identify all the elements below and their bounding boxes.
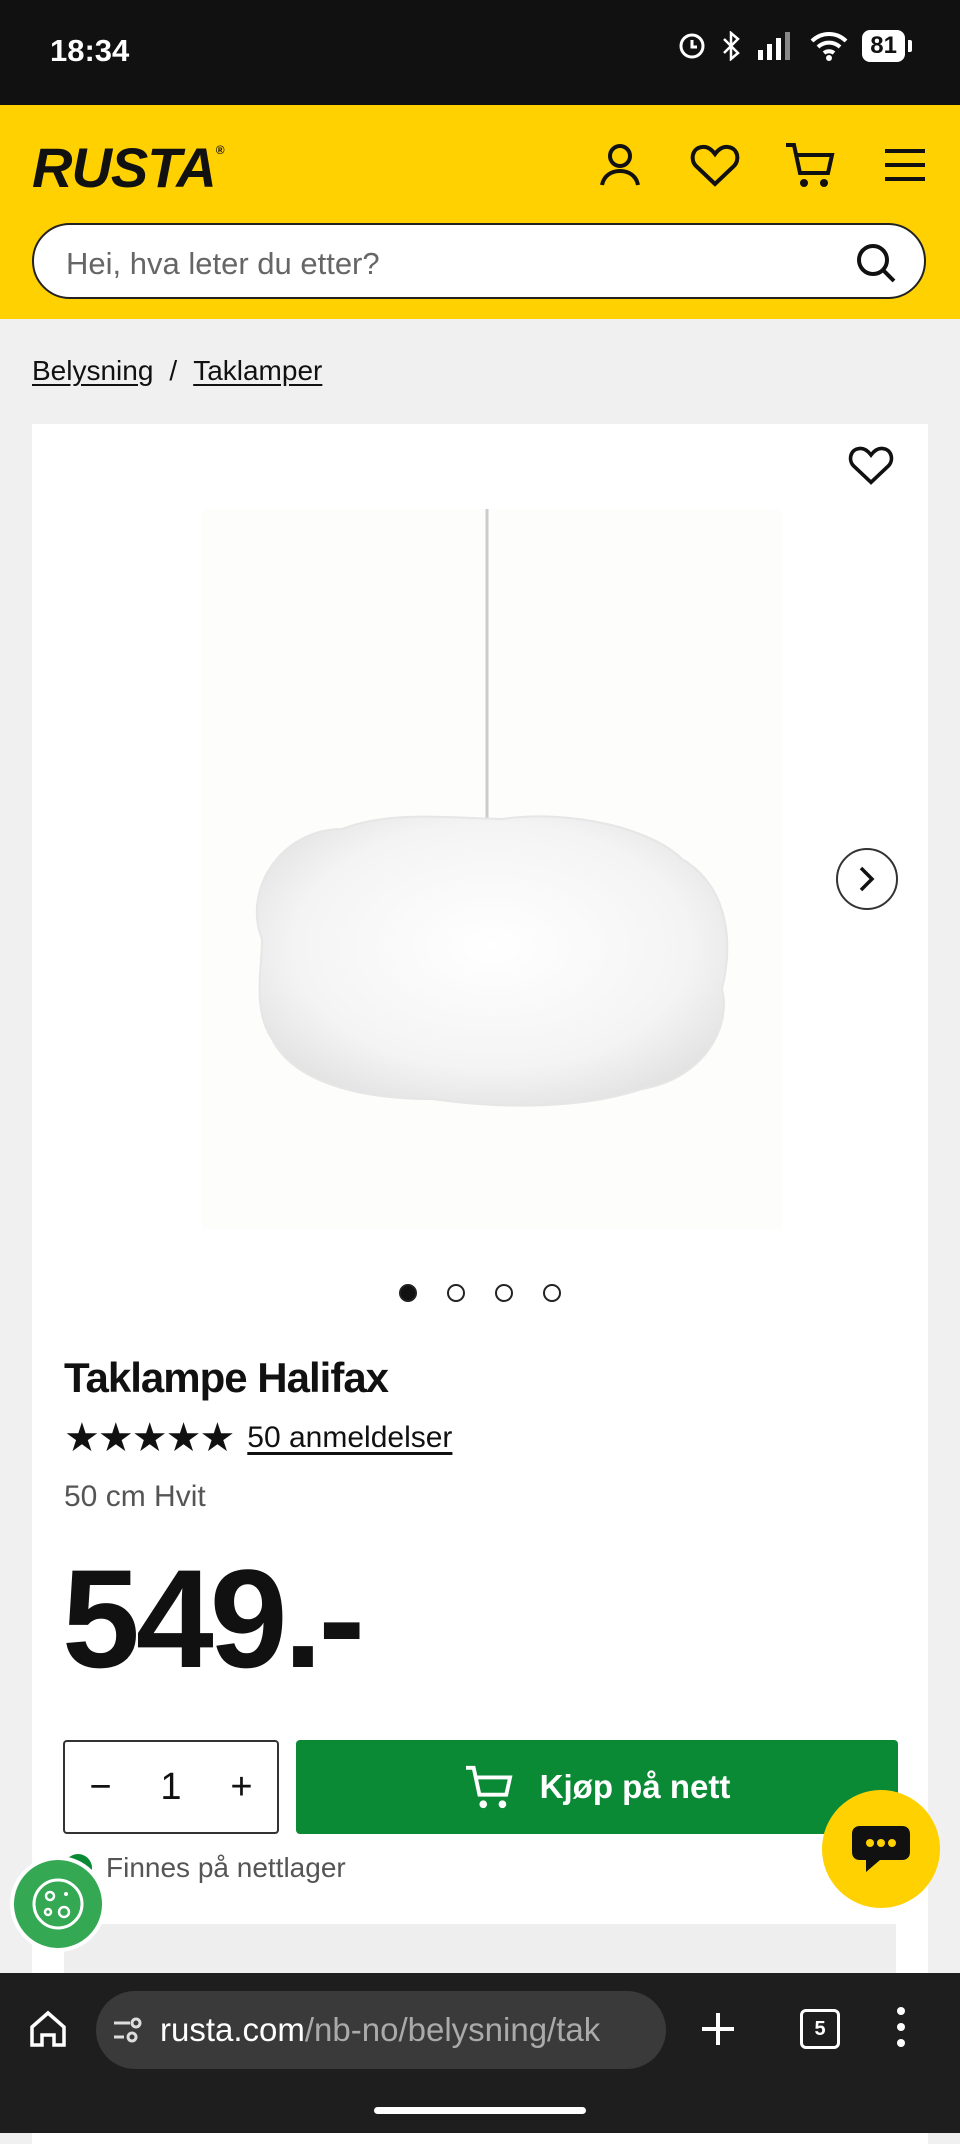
bluetooth-icon <box>723 31 741 61</box>
site-settings-icon[interactable] <box>112 2015 146 2045</box>
stock-status: Finnes på nettlager <box>64 1852 346 1884</box>
hamburger-icon <box>885 149 925 181</box>
heart-icon <box>848 446 894 485</box>
breadcrumb-separator: / <box>169 355 178 386</box>
tab-count: 5 <box>814 2017 826 2040</box>
more-options-icon[interactable] <box>894 2005 908 2049</box>
tab-switcher-button[interactable]: 5 <box>800 2009 840 2049</box>
search-icon <box>857 244 896 283</box>
carousel-next-button[interactable] <box>836 848 898 910</box>
cart-icon <box>786 143 835 187</box>
user-icon <box>600 144 640 186</box>
status-icons: 81 <box>678 30 912 62</box>
chat-icon <box>852 1826 910 1872</box>
search-button[interactable] <box>854 241 898 285</box>
status-bar: 18:34 81 <box>0 0 960 105</box>
address-bar[interactable]: rusta.com/nb-no/belysning/tak <box>96 1991 666 2069</box>
search-input[interactable] <box>64 243 828 285</box>
rusta-logo[interactable]: RUSTA® <box>32 135 225 200</box>
gesture-handle[interactable] <box>374 2107 586 2114</box>
carousel-dot-1[interactable] <box>399 1284 417 1302</box>
signal-icon <box>758 32 791 60</box>
browser-toolbar: rusta.com/nb-no/belysning/tak 5 <box>0 1973 960 2088</box>
buy-online-button[interactable]: Kjøp på nett <box>296 1740 898 1834</box>
quantity-decrease-button[interactable]: − <box>89 1766 111 1809</box>
stock-text: Finnes på nettlager <box>106 1852 346 1883</box>
chevron-right-icon <box>859 866 875 892</box>
reviews-link[interactable]: 50 anmeldelser <box>247 1421 452 1455</box>
quantity-increase-button[interactable]: + <box>230 1766 252 1809</box>
system-nav-bar <box>0 2088 960 2133</box>
cookie-icon <box>32 1878 84 1930</box>
wifi-icon <box>810 31 848 61</box>
product-variant: 50 cm Hvit <box>64 1480 206 1513</box>
logo-text: RUSTA <box>32 136 217 199</box>
buy-button-label: Kjøp på nett <box>539 1768 731 1805</box>
product-rating: ★★★★★ 50 anmeldelser <box>64 1418 452 1458</box>
carousel-dot-3[interactable] <box>495 1284 513 1302</box>
menu-button[interactable] <box>875 135 935 195</box>
chat-button[interactable] <box>822 1790 940 1908</box>
breadcrumb: Belysning / Taklamper <box>32 355 322 387</box>
product-card: Taklampe Halifax ★★★★★ 50 anmeldelser 50… <box>32 424 928 2144</box>
carousel-dots <box>32 1284 928 1302</box>
new-tab-icon[interactable] <box>698 2009 738 2049</box>
cart-button[interactable] <box>780 135 840 195</box>
url-text[interactable]: rusta.com/nb-no/belysning/tak <box>160 2011 650 2049</box>
status-time: 18:34 <box>50 33 130 68</box>
cookie-settings-button[interactable] <box>10 1856 106 1952</box>
product-title: Taklampe Halifax <box>64 1354 389 1401</box>
cart-icon <box>465 1765 513 1809</box>
add-to-wishlist-button[interactable] <box>848 444 898 494</box>
quantity-value[interactable]: 1 <box>160 1766 181 1809</box>
url-path: /nb-no/belysning/tak <box>304 2011 601 2048</box>
heart-icon <box>690 144 740 187</box>
search-box[interactable] <box>32 223 926 299</box>
account-button[interactable] <box>590 135 650 195</box>
carousel-dot-4[interactable] <box>543 1284 561 1302</box>
url-host: rusta.com <box>160 2011 305 2048</box>
breadcrumb-belysning[interactable]: Belysning <box>32 355 153 387</box>
quantity-stepper: − 1 + <box>63 1740 279 1834</box>
carousel-dot-2[interactable] <box>447 1284 465 1302</box>
site-header: RUSTA® <box>0 105 960 319</box>
home-icon[interactable] <box>28 2009 68 2049</box>
product-price: 549.- <box>62 1540 365 1697</box>
breadcrumb-taklamper[interactable]: Taklamper <box>193 355 322 387</box>
battery-indicator: 81 <box>862 30 912 62</box>
rating-stars: ★★★★★ <box>64 1416 235 1460</box>
alarm-icon <box>679 33 705 59</box>
product-image[interactable] <box>202 509 782 1229</box>
wishlist-button[interactable] <box>685 135 745 195</box>
